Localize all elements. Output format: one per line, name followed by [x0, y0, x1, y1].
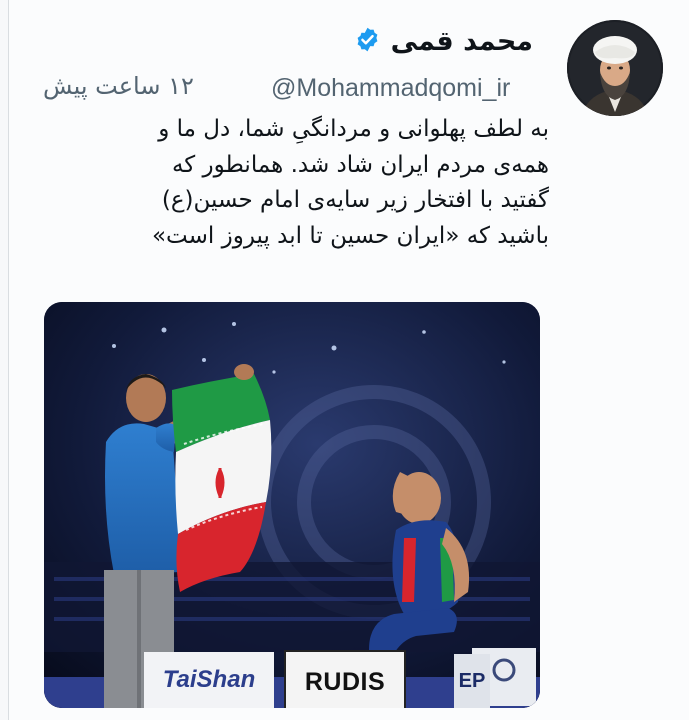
tweet-media-photo[interactable]: TaiShan RUDIS EP — [44, 302, 540, 708]
tweet-text-line: به لطف پهلوانی و مردانگیِ شما، دل ما و — [158, 116, 549, 142]
photo-scene — [44, 302, 540, 708]
tweet-timestamp[interactable]: ۱۲ ساعت پیش — [43, 72, 194, 100]
avatar-image — [567, 20, 663, 116]
sponsor-board-ep: EP — [454, 654, 490, 708]
avatar[interactable] — [567, 20, 663, 116]
tweet-text: به لطف پهلوانی و مردانگیِ شما، دل ما و ه… — [69, 112, 549, 254]
tweet-text-line: همه‌ی مردم ایران شاد شد. همانطور که — [171, 151, 549, 178]
sponsor-board-taishan: TaiShan — [144, 652, 274, 708]
verified-badge-icon — [354, 26, 381, 57]
sponsor-board-rudis: RUDIS — [284, 650, 406, 708]
tweet-text-line: گفتید با افتخار زیر سایه‌ی امام حسین(ع) — [161, 187, 549, 213]
author-row: محمد قمی — [354, 26, 533, 57]
tweet-card: محمد قمی @Mohammadqomi_ir ۱۲ ساعت پیش به… — [8, 0, 689, 720]
tweet-text-line: باشید که «ایران حسین تا ابد پیروز است» — [151, 222, 549, 249]
author-handle[interactable]: @Mohammadqomi_ir — [271, 74, 510, 103]
author-name[interactable]: محمد قمی — [391, 26, 533, 57]
